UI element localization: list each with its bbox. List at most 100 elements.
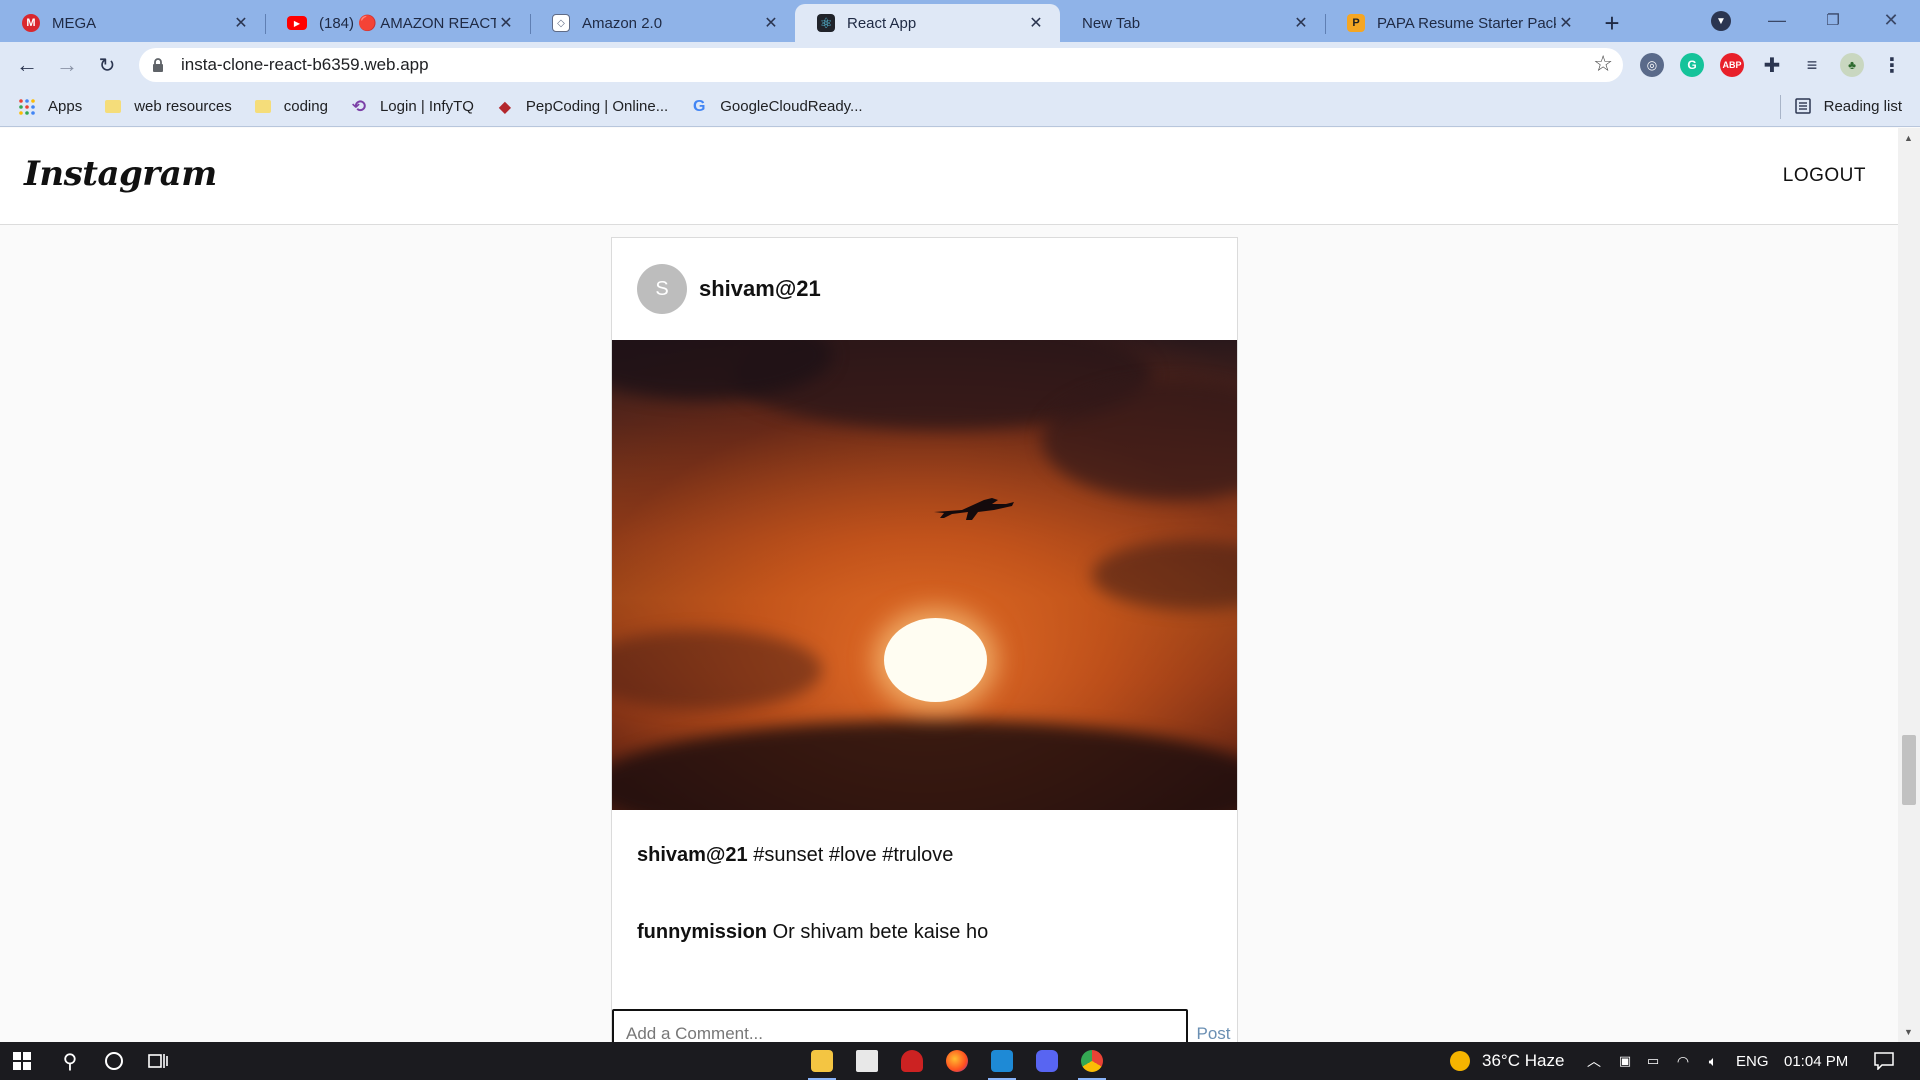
tab-search-icon[interactable]: ▼ xyxy=(1711,11,1731,31)
folder-icon xyxy=(254,98,272,116)
netlify-icon: ◇ xyxy=(552,14,570,32)
address-bar[interactable]: insta-clone-react-b6359.web.app ☆ xyxy=(139,48,1623,82)
cortana-icon[interactable] xyxy=(92,1042,136,1080)
windows-taskbar: ⚲ 36°C Haze ︿ ▣ ▭ ◠ 🔈︎ ENG 01:04 PM xyxy=(0,1042,1920,1080)
bookmark-apps[interactable]: Apps xyxy=(18,98,82,116)
airplane-icon xyxy=(934,498,1014,520)
cloud-shape xyxy=(612,720,1237,810)
bookmark-star-icon[interactable]: ☆ xyxy=(1593,51,1613,77)
post-username[interactable]: shivam@21 xyxy=(699,276,821,302)
tab-title: New Tab xyxy=(1082,14,1141,32)
vscode-icon[interactable] xyxy=(980,1042,1024,1080)
close-icon[interactable]: ✕ xyxy=(496,13,516,33)
notifications-icon[interactable] xyxy=(1864,1042,1904,1080)
tab-mega[interactable]: M MEGA ✕ xyxy=(0,4,265,42)
bookmark-pepcoding[interactable]: ◆ PepCoding | Online... xyxy=(496,98,668,116)
bookmarks-divider xyxy=(1780,95,1781,119)
url-text: insta-clone-react-b6359.web.app xyxy=(181,55,429,74)
comment-form: Post xyxy=(612,1009,1239,1042)
reading-list-button[interactable]: Reading list xyxy=(1794,97,1902,115)
logout-button[interactable]: LOGOUT xyxy=(1783,165,1866,187)
close-icon[interactable]: ✕ xyxy=(761,13,781,33)
clock[interactable]: 01:04 PM xyxy=(1784,1042,1848,1080)
file-explorer-icon[interactable] xyxy=(800,1042,844,1080)
reading-list-label: Reading list xyxy=(1823,97,1902,115)
tab-react-app[interactable]: ⚛ React App ✕ xyxy=(795,4,1060,42)
apps-grid-icon xyxy=(18,98,36,116)
chevron-up-icon[interactable]: ︿ xyxy=(1580,1042,1608,1080)
app-header: Instagram LOGOUT xyxy=(0,128,1898,225)
tab-amazon[interactable]: ◇ Amazon 2.0 ✕ xyxy=(530,4,795,42)
comment-username[interactable]: funnymission xyxy=(637,921,767,943)
scroll-thumb[interactable] xyxy=(1902,735,1916,805)
extension-owl-icon[interactable]: ◎ xyxy=(1640,53,1664,77)
react-icon: ⚛ xyxy=(817,14,835,32)
bookmark-coding[interactable]: coding xyxy=(254,98,328,116)
papa-icon: P xyxy=(1347,14,1365,32)
scroll-down-arrow-icon[interactable]: ▼ xyxy=(1904,1027,1913,1037)
profile-avatar[interactable]: ♣ xyxy=(1840,53,1864,77)
mega-icon: M xyxy=(22,14,40,32)
back-arrow-icon[interactable]: ← xyxy=(12,50,42,80)
post-image xyxy=(612,340,1237,810)
post-header: S shivam@21 xyxy=(612,238,1237,340)
infytq-icon: ⟲ xyxy=(351,96,367,116)
forward-arrow-icon[interactable]: → xyxy=(52,50,82,80)
avatar[interactable]: S xyxy=(637,264,687,314)
close-icon[interactable]: ✕ xyxy=(231,13,251,33)
tab-papa-resume[interactable]: P PAPA Resume Starter Pack ✕ xyxy=(1325,4,1590,42)
close-icon[interactable]: ✕ xyxy=(1556,13,1576,33)
browser-toolbar: ← → ↻ insta-clone-react-b6359.web.app ☆ … xyxy=(0,42,1920,87)
restore-icon[interactable]: ❐ xyxy=(1808,0,1858,40)
comment-input[interactable] xyxy=(612,1009,1188,1042)
task-view-icon[interactable] xyxy=(136,1042,180,1080)
tab-title: MEGA xyxy=(52,14,97,32)
device-icon[interactable]: ▣ xyxy=(1612,1042,1638,1080)
caption-username[interactable]: shivam@21 xyxy=(637,844,748,866)
weather-text[interactable]: 36°C Haze xyxy=(1482,1042,1564,1080)
weather-sun-icon xyxy=(1446,1042,1474,1080)
minimize-icon[interactable]: — xyxy=(1752,0,1802,40)
post-comment-button[interactable]: Post xyxy=(1188,1009,1239,1042)
search-icon[interactable]: ⚲ xyxy=(48,1042,92,1080)
adblock-plus-icon[interactable]: ABP xyxy=(1720,53,1744,77)
volume-icon[interactable]: 🔈︎ xyxy=(1700,1042,1726,1080)
bookmark-label: web resources xyxy=(134,98,232,115)
discord-icon[interactable] xyxy=(1025,1042,1069,1080)
media-controls-icon[interactable]: ≡ xyxy=(1800,53,1824,77)
scroll-up-arrow-icon[interactable]: ▲ xyxy=(1904,133,1913,143)
page-scrollbar[interactable]: ▲ ▼ xyxy=(1898,128,1920,1042)
bookmark-label: coding xyxy=(283,98,328,115)
wifi-icon[interactable]: ◠ xyxy=(1670,1042,1696,1080)
instagram-logo[interactable]: Instagram xyxy=(24,154,217,194)
reload-icon[interactable]: ↻ xyxy=(92,50,122,80)
bookmark-infytq[interactable]: ⟲ Login | InfyTQ xyxy=(350,96,474,116)
comment-text: Or shivam bete kaise ho xyxy=(772,921,989,943)
bookmark-web-resources[interactable]: web resources xyxy=(104,98,232,116)
bookmark-label: Login | InfyTQ xyxy=(379,98,474,115)
language-indicator[interactable]: ENG xyxy=(1736,1042,1769,1080)
bookmark-label: GoogleCloudReady... xyxy=(720,98,863,115)
bookmark-label: Apps xyxy=(48,98,83,115)
store-icon[interactable] xyxy=(845,1042,889,1080)
firefox-icon[interactable] xyxy=(935,1042,979,1080)
chrome-icon[interactable] xyxy=(1070,1042,1114,1080)
new-tab-button[interactable]: + xyxy=(1590,4,1634,42)
list-item: funnymission Or shivam bete kaise ho xyxy=(637,921,988,944)
game-app-icon[interactable] xyxy=(890,1042,934,1080)
close-window-icon[interactable]: ✕ xyxy=(1866,0,1916,40)
tab-youtube[interactable]: ▶ (184) 🔴 AMAZON REACT.J ✕ xyxy=(265,4,530,42)
pepcoding-icon: ◆ xyxy=(498,98,512,116)
page-viewport: Instagram LOGOUT S shivam@21 shivam@21 #… xyxy=(0,128,1898,1042)
extensions-puzzle-icon[interactable]: ✚ xyxy=(1760,53,1784,77)
battery-icon[interactable]: ▭ xyxy=(1640,1042,1666,1080)
tab-new-tab[interactable]: New Tab ✕ xyxy=(1060,4,1325,42)
close-icon[interactable]: ✕ xyxy=(1026,13,1046,33)
reading-list-icon xyxy=(1794,97,1812,115)
bookmark-googlecloudready[interactable]: G GoogleCloudReady... xyxy=(690,98,863,116)
menu-kebab-icon[interactable]: ⋮ xyxy=(1880,53,1904,77)
close-icon[interactable]: ✕ xyxy=(1291,13,1311,33)
grammarly-icon[interactable]: G xyxy=(1680,53,1704,77)
post-card: S shivam@21 shivam@21 #sunset #love #tru… xyxy=(611,237,1238,1042)
windows-start-icon[interactable] xyxy=(0,1042,44,1080)
